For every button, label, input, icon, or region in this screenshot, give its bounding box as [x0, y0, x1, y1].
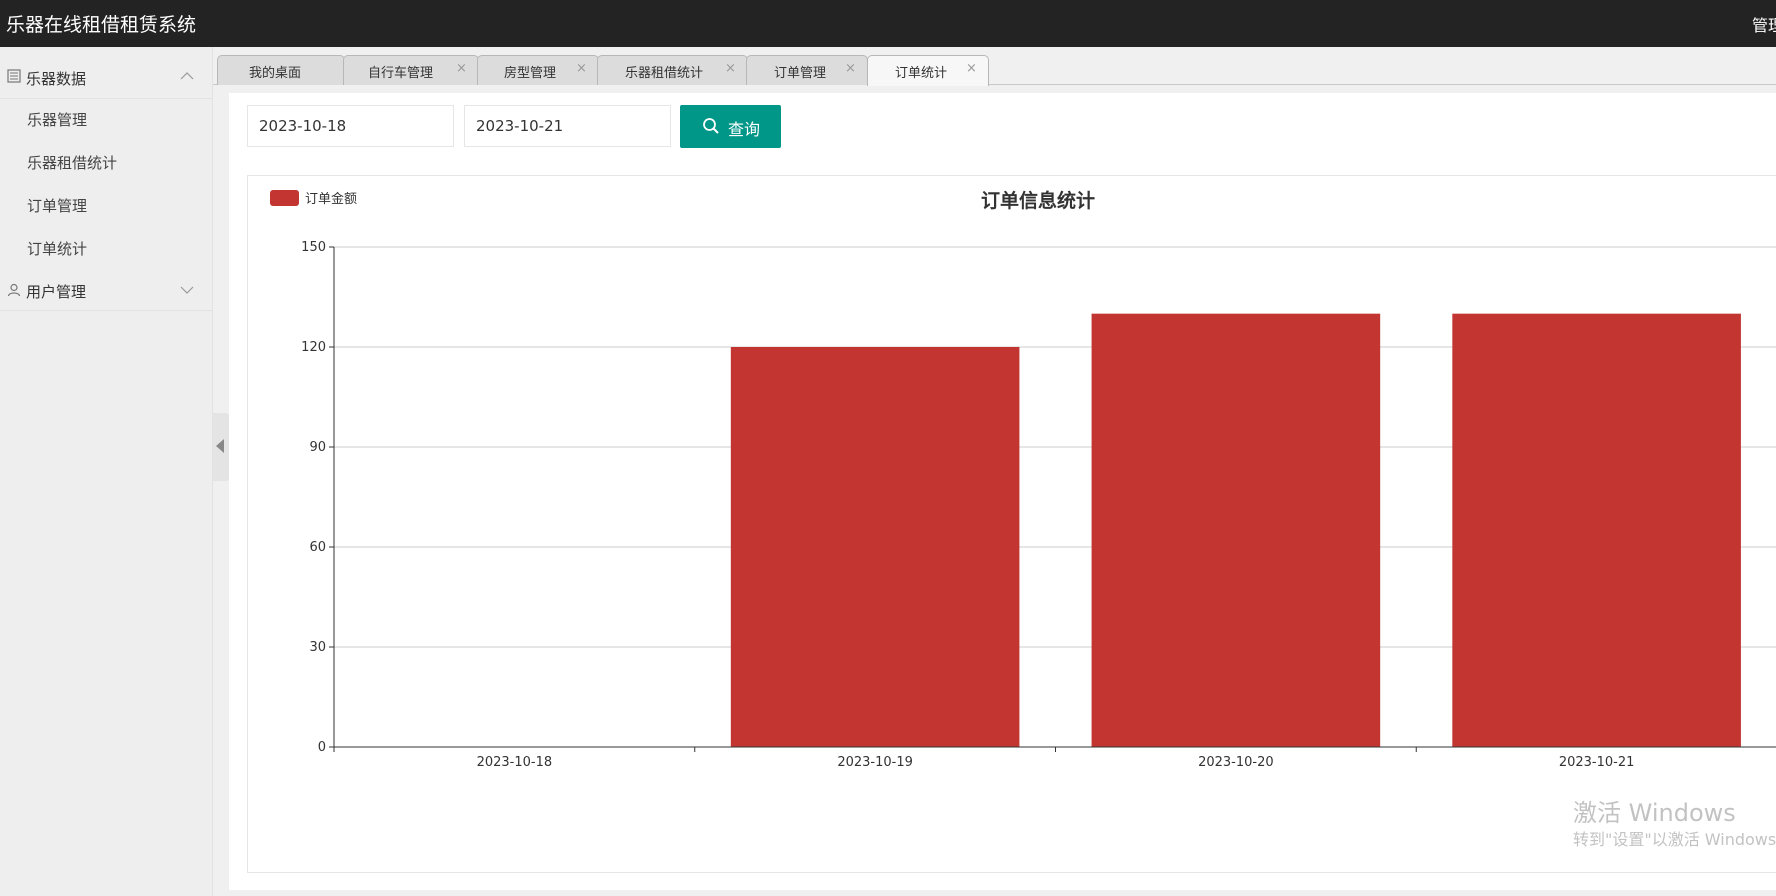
admin-menu[interactable]: 管理 [1752, 12, 1776, 36]
top-header: 乐器在线租借租赁系统 管理 [0, 0, 1776, 47]
chart-title: 订单信息统计 [981, 189, 1095, 212]
sidebar-item-label: 乐器管理 [27, 111, 88, 129]
close-icon[interactable]: × [456, 61, 467, 76]
y-tick-label: 120 [301, 340, 326, 355]
tab-my-desktop[interactable]: 我的桌面 [217, 55, 345, 85]
x-tick-label: 2023-10-21 [1559, 755, 1635, 770]
tab-order-statistics[interactable]: 订单统计 × [867, 55, 989, 86]
end-date-input[interactable]: 2023-10-21 [464, 105, 671, 147]
windows-activation-hint: 转到"设置"以激活 Windows。 [1573, 830, 1776, 849]
sidebar-item-order-management[interactable]: 订单管理 [0, 185, 212, 228]
sidebar-item-rental-statistics[interactable]: 乐器租借统计 [0, 142, 212, 185]
close-icon[interactable]: × [966, 61, 977, 76]
sidebar-item-instrument-management[interactable]: 乐器管理 [0, 99, 212, 142]
sidebar-item-label: 订单统计 [27, 240, 88, 258]
user-icon [7, 283, 21, 297]
tab-label: 我的桌面 [249, 66, 302, 81]
query-button[interactable]: 查询 [680, 105, 781, 148]
chart-panel: 0 30 60 90 120 150 2023-10-18 2023-10-19 2023-10… [247, 175, 1776, 873]
main-content: 2023-10-18 2023-10-21 查询 0 30 60 90 120 150 20… [229, 93, 1776, 890]
list-icon [7, 69, 21, 83]
y-tick-label: 30 [309, 640, 326, 655]
legend-swatch[interactable] [270, 190, 299, 206]
order-bar-chart: 0 30 60 90 120 150 2023-10-18 2023-10-19 2023-10… [270, 189, 1776, 770]
sidebar-item-label: 乐器租借统计 [27, 154, 118, 172]
windows-activation-watermark: 激活 Windows [1573, 799, 1736, 827]
chevron-down-icon [180, 286, 194, 294]
y-tick-label: 0 [318, 740, 326, 755]
x-tick-label: 2023-10-18 [477, 755, 553, 770]
tab-label: 订单统计 [895, 66, 948, 81]
query-button-label: 查询 [728, 120, 761, 139]
x-tick-label: 2023-10-19 [837, 755, 913, 770]
y-tick-label: 90 [309, 440, 326, 455]
sidebar-group-label: 乐器数据 [26, 70, 87, 88]
sidebar-group-user-management[interactable]: 用户管理 [0, 271, 212, 311]
search-icon [703, 118, 719, 134]
tab-bike-management[interactable]: 自行车管理 × [343, 55, 479, 85]
y-tick-label: 150 [301, 240, 326, 255]
chevron-up-icon [180, 72, 194, 80]
bar[interactable] [1091, 313, 1381, 747]
tab-room-type-management[interactable]: 房型管理 × [477, 55, 599, 85]
tab-rental-statistics[interactable]: 乐器租借统计 × [597, 55, 748, 85]
sidebar: 乐器数据 乐器管理 乐器租借统计 订单管理 订单统计 用户管理 [0, 47, 213, 896]
tab-label: 乐器租借统计 [625, 66, 704, 81]
x-tick-label: 2023-10-20 [1198, 755, 1274, 770]
start-date-input[interactable]: 2023-10-18 [247, 105, 454, 147]
tab-bar: 我的桌面 自行车管理 × 房型管理 × 乐器租借统计 × 订单管理 × 订单统计… [213, 47, 1776, 86]
tab-label: 订单管理 [774, 66, 827, 81]
tab-label: 房型管理 [504, 66, 557, 81]
sidebar-group-instrument-data[interactable]: 乐器数据 [0, 47, 212, 99]
sidebar-item-order-statistics[interactable]: 订单统计 [0, 228, 212, 271]
caret-left-icon [216, 439, 224, 453]
sidebar-group-label: 用户管理 [26, 283, 87, 301]
tab-label: 自行车管理 [368, 66, 434, 81]
app-title: 乐器在线租借租赁系统 [6, 14, 197, 36]
close-icon[interactable]: × [725, 61, 736, 76]
bar[interactable] [1452, 313, 1741, 747]
tab-order-management[interactable]: 订单管理 × [746, 55, 868, 85]
legend-label[interactable]: 订单金额 [305, 191, 357, 207]
close-icon[interactable]: × [576, 61, 587, 76]
y-tick-label: 60 [309, 540, 326, 555]
bar[interactable] [730, 347, 1020, 747]
close-icon[interactable]: × [845, 61, 856, 76]
sidebar-item-label: 订单管理 [27, 197, 88, 215]
